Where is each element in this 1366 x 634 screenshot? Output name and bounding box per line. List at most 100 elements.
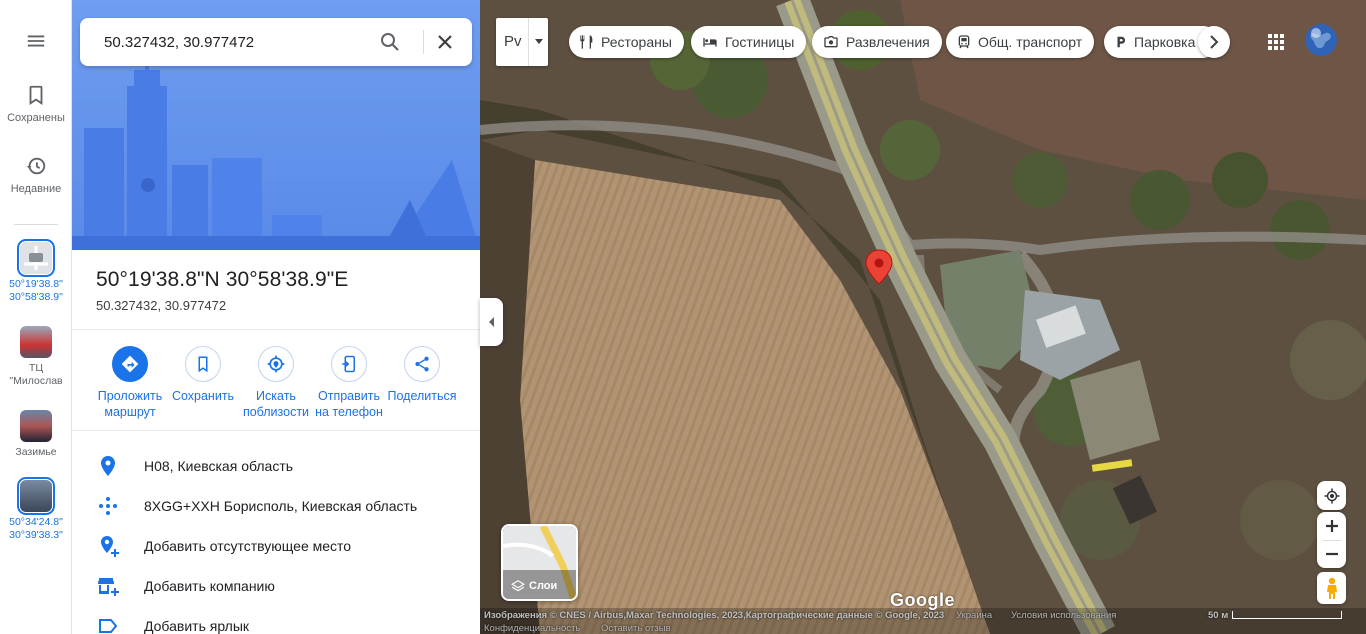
recent-item-1-line1: 50°19'38.8": [9, 278, 63, 290]
location-pin-icon: [101, 456, 115, 476]
scale-bar[interactable]: [1232, 611, 1342, 619]
recent-item-4[interactable]: 50°34'24.8" 30°39'38.3": [0, 477, 72, 542]
my-location-button[interactable]: [1317, 481, 1346, 510]
place-title: 50°19'38.8"N 30°58'38.9"E: [96, 268, 349, 291]
add-business-icon: [98, 578, 119, 596]
directions-label-1: Проложить: [97, 389, 163, 403]
add-label-row[interactable]: Добавить ярлык: [72, 606, 480, 634]
divider: [72, 329, 480, 330]
chip-entertainment[interactable]: Развлечения: [812, 26, 942, 58]
collapse-panel-button[interactable]: [480, 298, 503, 346]
satellite-imagery: [480, 0, 1366, 634]
plus-icon: [1325, 520, 1338, 532]
place-thumbnail: [20, 326, 52, 358]
recent-item-4-line1: 50°34'24.8": [9, 516, 63, 528]
save-button[interactable]: Сохранить: [165, 346, 241, 404]
plus-code-row[interactable]: 8XGG+XXH Борисполь, Киевская область: [72, 486, 480, 526]
caret-down-icon: [535, 39, 543, 44]
chip-transit[interactable]: Общ. транспорт: [946, 26, 1095, 58]
more-chips-button[interactable]: [1198, 26, 1230, 58]
send-label-2: на телефон: [315, 405, 383, 419]
add-missing-place-text: Добавить отсутствующее место: [144, 538, 352, 554]
zoom-controls: [1317, 512, 1346, 568]
search-button[interactable]: [378, 30, 402, 54]
chip-hotels[interactable]: Гостиницы: [691, 26, 807, 58]
hamburger-menu-icon: [27, 35, 45, 47]
chip-restaurants[interactable]: Рестораны: [569, 26, 684, 58]
history-icon: [26, 157, 46, 175]
recent-label: Недавние: [10, 183, 62, 195]
bookmark-icon: [198, 356, 208, 373]
recent-item-2-line2: "Милослав: [9, 375, 63, 387]
directions-icon: [121, 355, 139, 373]
send-label-1: Отправить: [318, 389, 380, 403]
street-view-pegman[interactable]: [1317, 572, 1346, 604]
layers-button[interactable]: Слои: [501, 524, 578, 601]
rail-divider: [14, 224, 58, 225]
search-nearby-button[interactable]: Искать поблизости: [238, 346, 314, 420]
recent-button[interactable]: Недавние: [0, 155, 72, 195]
map-language-label: Рv: [504, 33, 522, 50]
chip-entertainment-label: Развлечения: [846, 34, 930, 50]
send-to-phone-button[interactable]: Отправить на телефон: [311, 346, 387, 420]
recent-item-1[interactable]: 50°19'38.8" 30°58'38.9": [0, 239, 72, 304]
satellite-map[interactable]: Рv Рестораны Гостиницы Развлечения Общ. …: [480, 0, 1366, 634]
clear-search-button[interactable]: [433, 30, 457, 54]
search-input[interactable]: [80, 18, 370, 66]
chip-transit-label: Общ. транспорт: [978, 34, 1083, 50]
account-avatar[interactable]: [1305, 24, 1337, 56]
map-thumbnail: [17, 477, 55, 515]
add-label-text: Добавить ярлык: [144, 618, 250, 634]
parking-icon: [1117, 36, 1126, 48]
main-menu-button[interactable]: [0, 30, 72, 58]
label-icon: [99, 619, 118, 633]
chip-hotels-label: Гостиницы: [725, 34, 795, 50]
nearby-label-2: поблизости: [242, 405, 310, 419]
divider: [72, 430, 480, 431]
add-business-row[interactable]: Добавить компанию: [72, 566, 480, 606]
map-language-button[interactable]: Рv: [496, 18, 548, 66]
transit-icon: [958, 35, 970, 49]
hotel-icon: [703, 38, 717, 47]
share-label: Поделиться: [387, 389, 457, 403]
plus-code-text: 8XGG+XXH Борисполь, Киевская область: [144, 498, 418, 514]
recent-item-3-line1: Зазимье: [15, 446, 57, 458]
map-language-divider: [528, 18, 529, 66]
plus-code-icon: [99, 497, 117, 515]
earth-avatar-icon: [1305, 24, 1337, 56]
pegman-icon: [1326, 577, 1337, 599]
google-apps-button[interactable]: [1262, 28, 1290, 56]
apps-grid-icon: [1268, 34, 1284, 50]
add-missing-place-row[interactable]: Добавить отсутствующее место: [72, 526, 480, 566]
search-icon: [381, 33, 399, 51]
zoom-in-button[interactable]: [1317, 512, 1346, 540]
zoom-out-button[interactable]: [1317, 540, 1346, 568]
saved-button[interactable]: Сохранены: [0, 84, 72, 124]
chip-restaurants-label: Рестораны: [601, 34, 672, 50]
chevron-left-icon: [488, 317, 494, 327]
map-thumbnail: [17, 239, 55, 277]
camera-icon: [824, 36, 838, 48]
recent-item-1-line2: 30°58'38.9": [9, 291, 63, 303]
send-to-phone-icon: [342, 355, 355, 373]
directions-button[interactable]: Проложить маршрут: [92, 346, 168, 420]
share-button[interactable]: Поделиться: [384, 346, 460, 404]
close-icon: [438, 35, 452, 49]
recent-item-2[interactable]: ТЦ "Милослав: [0, 326, 72, 388]
place-thumbnail: [20, 410, 52, 442]
search-divider: [423, 30, 424, 54]
add-business-text: Добавить компанию: [144, 578, 275, 594]
chevron-right-icon: [1210, 35, 1219, 49]
recent-item-2-line1: ТЦ: [28, 362, 44, 374]
restaurant-icon: [580, 35, 593, 49]
bookmark-icon: [29, 85, 43, 105]
chip-parking-label: Парковка: [1134, 34, 1196, 50]
minus-icon: [1325, 552, 1338, 556]
search-box: [80, 18, 472, 66]
recent-item-3[interactable]: Зазимье: [0, 410, 72, 459]
address-row[interactable]: H08, Киевская область: [72, 446, 480, 486]
place-coordinates: 50.327432, 30.977472: [96, 298, 227, 313]
recent-item-4-line2: 30°39'38.3": [9, 529, 63, 541]
layers-icon: [511, 580, 525, 592]
nearby-icon: [267, 355, 285, 373]
